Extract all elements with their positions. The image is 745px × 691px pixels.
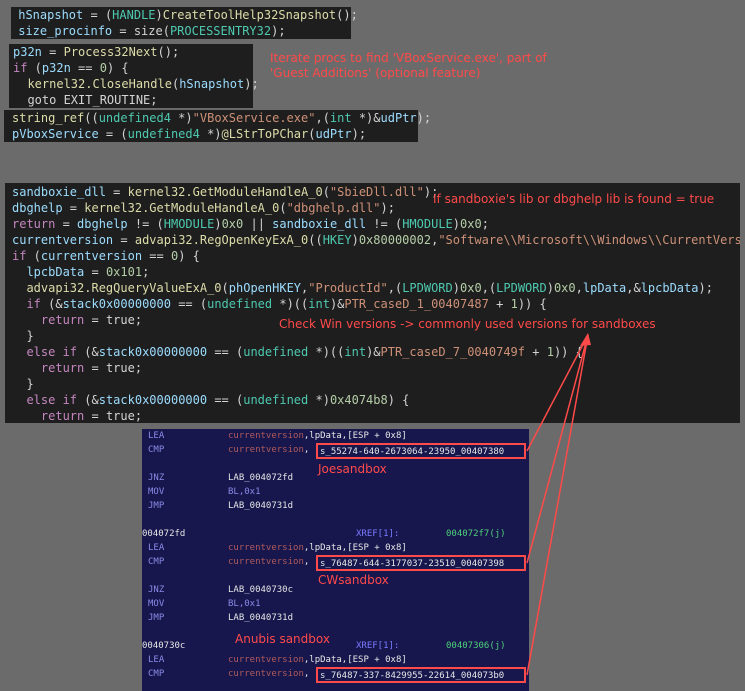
arrow-line [526,334,589,676]
arrow-line [526,334,589,564]
arrow-line [526,334,589,452]
annotation-arrows [526,333,591,676]
arrow-head [580,333,591,346]
